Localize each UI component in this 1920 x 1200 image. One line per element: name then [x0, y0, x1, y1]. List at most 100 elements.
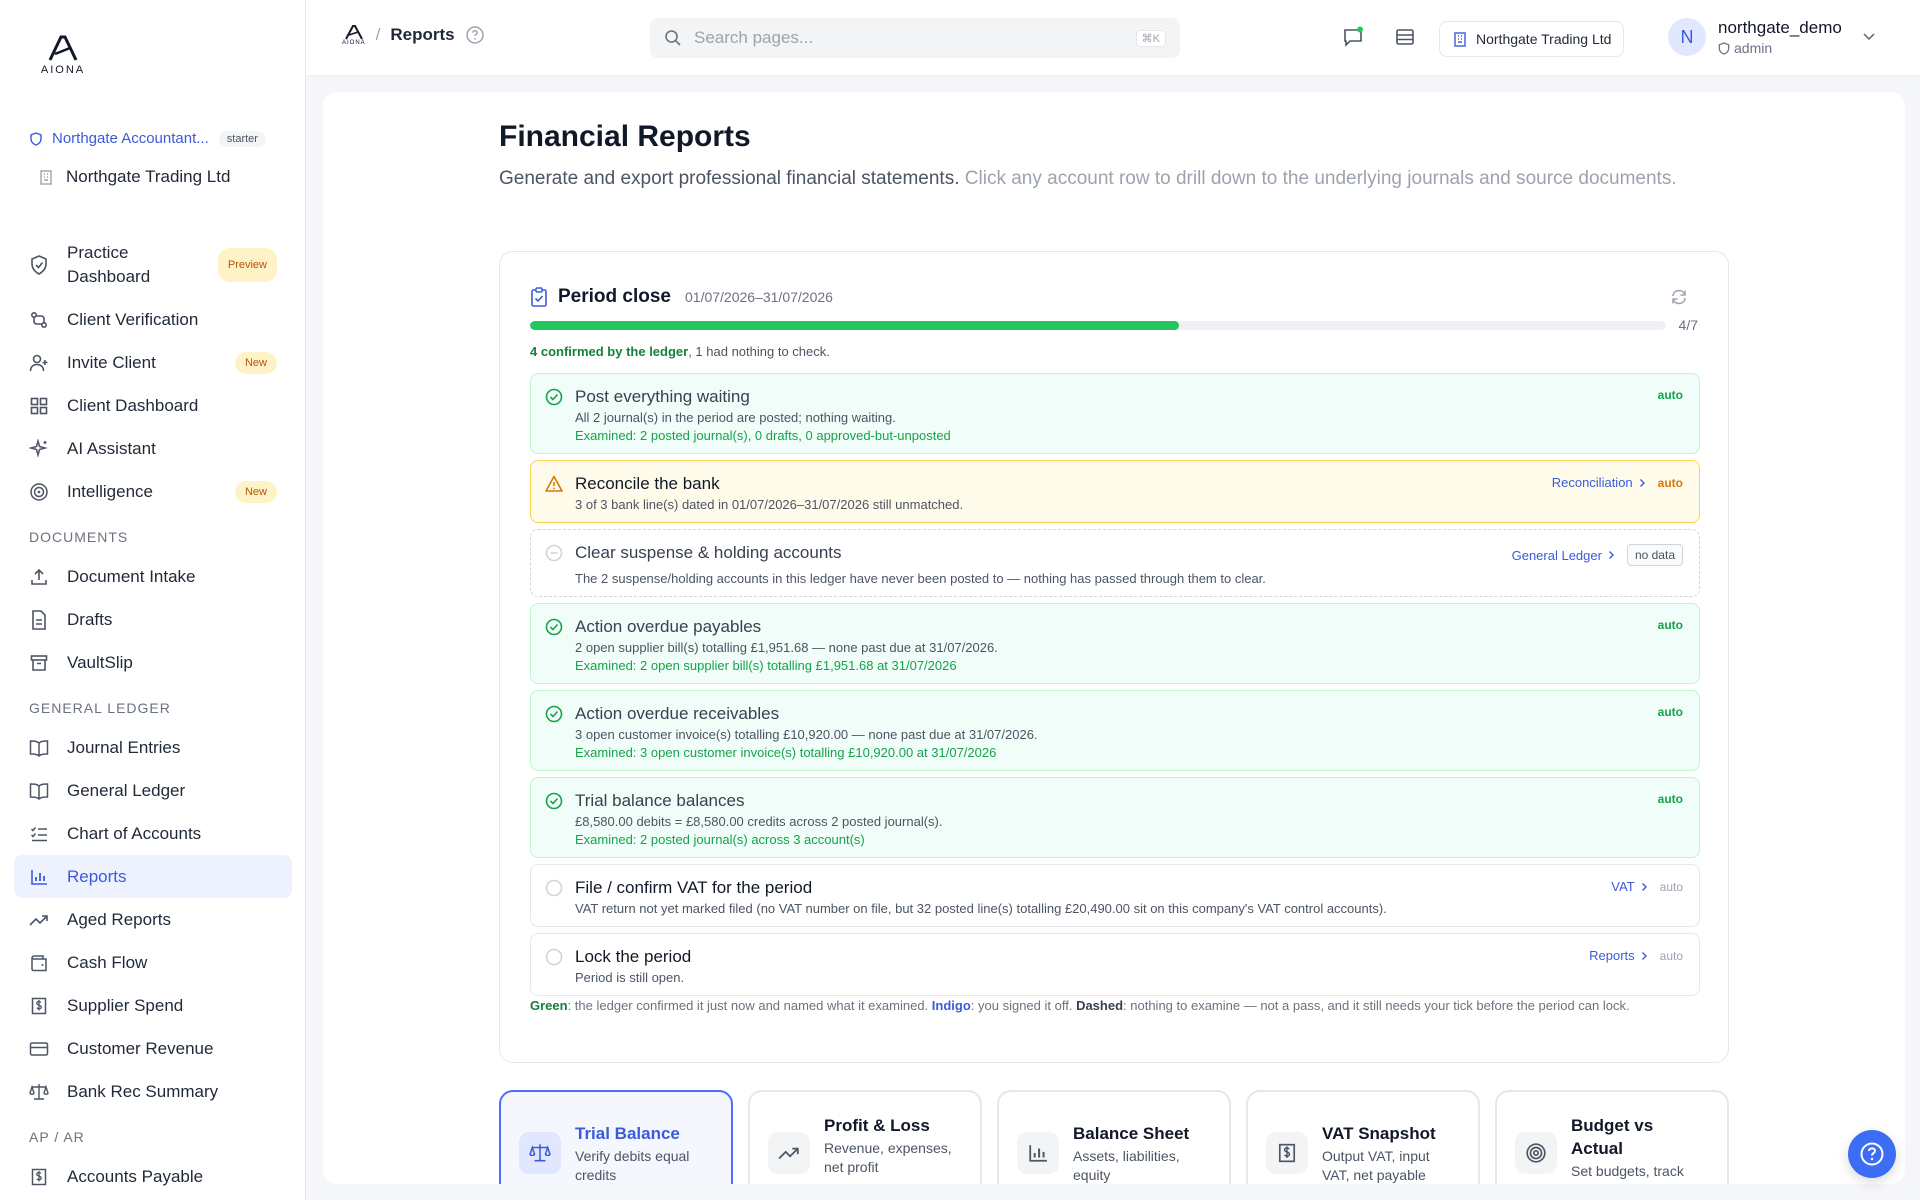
company-selector[interactable]: Northgate Trading Ltd: [1439, 21, 1625, 57]
circle-icon[interactable]: [545, 879, 563, 897]
app-logo[interactable]: AIONA: [40, 34, 86, 76]
user-menu[interactable]: N northgate_demo admin: [1668, 18, 1876, 56]
report-tile-balance-sheet[interactable]: Balance Sheet Assets, liabilities, equit…: [997, 1090, 1231, 1184]
preview-badge: Preview: [217, 248, 277, 282]
period-close-title: Period close: [558, 286, 671, 307]
messages-button[interactable]: [1342, 26, 1364, 48]
panel-toggle-button[interactable]: [1394, 26, 1416, 48]
git-compare-icon: [29, 310, 49, 330]
breadcrumb: AIONA / Reports: [342, 24, 485, 46]
check-lock-period[interactable]: Lock the period Period is still open. Re…: [530, 933, 1700, 996]
sidebar-item-general-ledger[interactable]: General Ledger: [14, 769, 292, 812]
general-ledger-link[interactable]: General Ledger: [1512, 548, 1615, 563]
circle-icon[interactable]: [545, 948, 563, 966]
check-circle-icon: [545, 792, 563, 810]
sidebar-item-cash-flow[interactable]: Cash Flow: [14, 941, 292, 984]
link-label: Reports: [1589, 948, 1635, 963]
check-post-everything[interactable]: Post everything waiting All 2 journal(s)…: [530, 373, 1700, 454]
check-examined: Examined: 2 open supplier bill(s) totall…: [575, 658, 957, 673]
sidebar-item-chart-of-accounts[interactable]: Chart of Accounts: [14, 812, 292, 855]
sidebar-item-bank-rec-summary[interactable]: Bank Rec Summary: [14, 1070, 292, 1113]
trending-up-icon: [29, 910, 49, 930]
new-badge: New: [234, 351, 277, 374]
search-shortcut: ⌘K: [1135, 29, 1166, 47]
check-title: File / confirm VAT for the period: [575, 878, 813, 897]
refresh-icon[interactable]: [1670, 288, 1688, 306]
check-title: Action overdue receivables: [575, 704, 780, 723]
sidebar-item-supplier-spend[interactable]: Supplier Spend: [14, 984, 292, 1027]
sidebar-item-label: Invite Client: [67, 352, 156, 372]
sidebar-item-drafts[interactable]: Drafts: [14, 598, 292, 641]
breadcrumb-home[interactable]: AIONA: [342, 24, 366, 46]
sidebar-item-client-verification[interactable]: Client Verification: [14, 298, 292, 341]
aiona-logo-icon: [48, 35, 78, 61]
reconciliation-link[interactable]: Reconciliation: [1552, 475, 1646, 490]
sidebar-item-intelligence[interactable]: Intelligence New: [14, 470, 292, 513]
search-input[interactable]: [694, 28, 1136, 48]
user-role-label: admin: [1734, 40, 1773, 56]
help-circle-icon[interactable]: [465, 25, 485, 45]
sidebar-item-label: Bank Rec Summary: [67, 1081, 219, 1101]
logo-text: AIONA: [40, 64, 86, 76]
check-vat[interactable]: File / confirm VAT for the period VAT re…: [530, 864, 1700, 927]
legend-green-text: : the ledger confirmed it just now and n…: [567, 998, 932, 1013]
sidebar-item-accounts-payable[interactable]: Accounts Payable: [14, 1155, 292, 1198]
sidebar-item-client-dashboard[interactable]: Client Dashboard: [14, 384, 292, 427]
vat-link[interactable]: VAT: [1611, 879, 1647, 894]
sidebar-item-ai-assistant[interactable]: AI Assistant: [14, 427, 292, 470]
sidebar-item-journal-entries[interactable]: Journal Entries: [14, 726, 292, 769]
list-checks-icon: [29, 824, 49, 844]
top-bar: AIONA / Reports ⌘K Northgate Trading Ltd…: [306, 0, 1920, 76]
clipboard-check-icon: [531, 287, 547, 307]
bar-chart-icon: [1017, 1132, 1059, 1174]
sidebar-item-customer-revenue[interactable]: Customer Revenue: [14, 1027, 292, 1070]
link-label: VAT: [1611, 879, 1635, 894]
reports-link[interactable]: Reports: [1589, 948, 1648, 963]
sparkles-icon: [29, 438, 49, 459]
check-trial-balance[interactable]: Trial balance balances £8,580.00 debits …: [530, 777, 1700, 858]
sidebar-item-reports[interactable]: Reports: [14, 855, 292, 898]
check-reconcile-bank[interactable]: Reconcile the bank 3 of 3 bank line(s) d…: [530, 460, 1700, 523]
report-tile-vat-snapshot[interactable]: VAT Snapshot Output VAT, input VAT, net …: [1246, 1090, 1480, 1184]
sidebar: AIONA Northgate Accountant... starter No…: [0, 0, 306, 1200]
check-overdue-receivables[interactable]: Action overdue receivables 3 open custom…: [530, 690, 1700, 771]
org-switcher[interactable]: Northgate Accountant... starter: [30, 130, 266, 147]
progress-fill: [530, 321, 1179, 330]
report-tile-profit-loss[interactable]: Profit & Loss Revenue, expenses, net pro…: [748, 1090, 982, 1184]
book-open-icon: [29, 781, 49, 801]
report-tile-trial-balance[interactable]: Trial Balance Verify debits equal credit…: [499, 1090, 733, 1184]
sidebar-item-document-intake[interactable]: Document Intake: [14, 555, 292, 598]
company-name: Northgate Trading Ltd: [66, 167, 231, 186]
check-examined: Examined: 2 posted journal(s), 0 drafts,…: [575, 428, 951, 443]
sidebar-item-practice-dashboard[interactable]: Practice Dashboard Preview: [14, 232, 292, 298]
sidebar-item-label: Document Intake: [67, 566, 196, 586]
sidebar-item-invite-client[interactable]: Invite Client New: [14, 341, 292, 384]
wallet-icon: [29, 953, 49, 973]
chevron-right-icon: [1639, 478, 1645, 487]
check-description: All 2 journal(s) in the period are poste…: [575, 410, 896, 425]
company-switcher[interactable]: Northgate Trading Ltd: [38, 167, 230, 187]
tile-name: VAT Snapshot: [1322, 1124, 1436, 1143]
username: northgate_demo: [1718, 18, 1842, 37]
check-description: The 2 suspense/holding accounts in this …: [575, 571, 1266, 586]
scale-icon: [519, 1132, 561, 1174]
user-plus-icon: [29, 353, 49, 373]
radar-icon: [29, 482, 49, 502]
section-label-documents: DOCUMENTS: [29, 529, 129, 545]
sidebar-nav: Practice Dashboard Preview Client Verifi…: [14, 232, 292, 1198]
sidebar-item-aged-reports[interactable]: Aged Reports: [14, 898, 292, 941]
sidebar-item-label: Client Verification: [67, 309, 199, 329]
chevron-right-icon: [1641, 951, 1647, 960]
check-clear-suspense[interactable]: Clear suspense & holding accounts The 2 …: [530, 529, 1700, 597]
help-button[interactable]: [1848, 1130, 1896, 1178]
check-overdue-payables[interactable]: Action overdue payables 2 open supplier …: [530, 603, 1700, 684]
auto-tag: auto: [1659, 948, 1683, 963]
sidebar-item-label: Customer Revenue: [67, 1038, 214, 1058]
search-icon: [665, 30, 681, 46]
legend-indigo: Indigo: [931, 998, 971, 1013]
file-text-icon: [29, 609, 49, 630]
report-tile-budget-vs-actual[interactable]: Budget vs Actual Set budgets, track vari…: [1495, 1090, 1729, 1184]
search-bar[interactable]: ⌘K: [650, 18, 1180, 58]
sidebar-item-vaultslip[interactable]: VaultSlip: [14, 641, 292, 684]
sidebar-item-label: AI Assistant: [67, 438, 156, 458]
